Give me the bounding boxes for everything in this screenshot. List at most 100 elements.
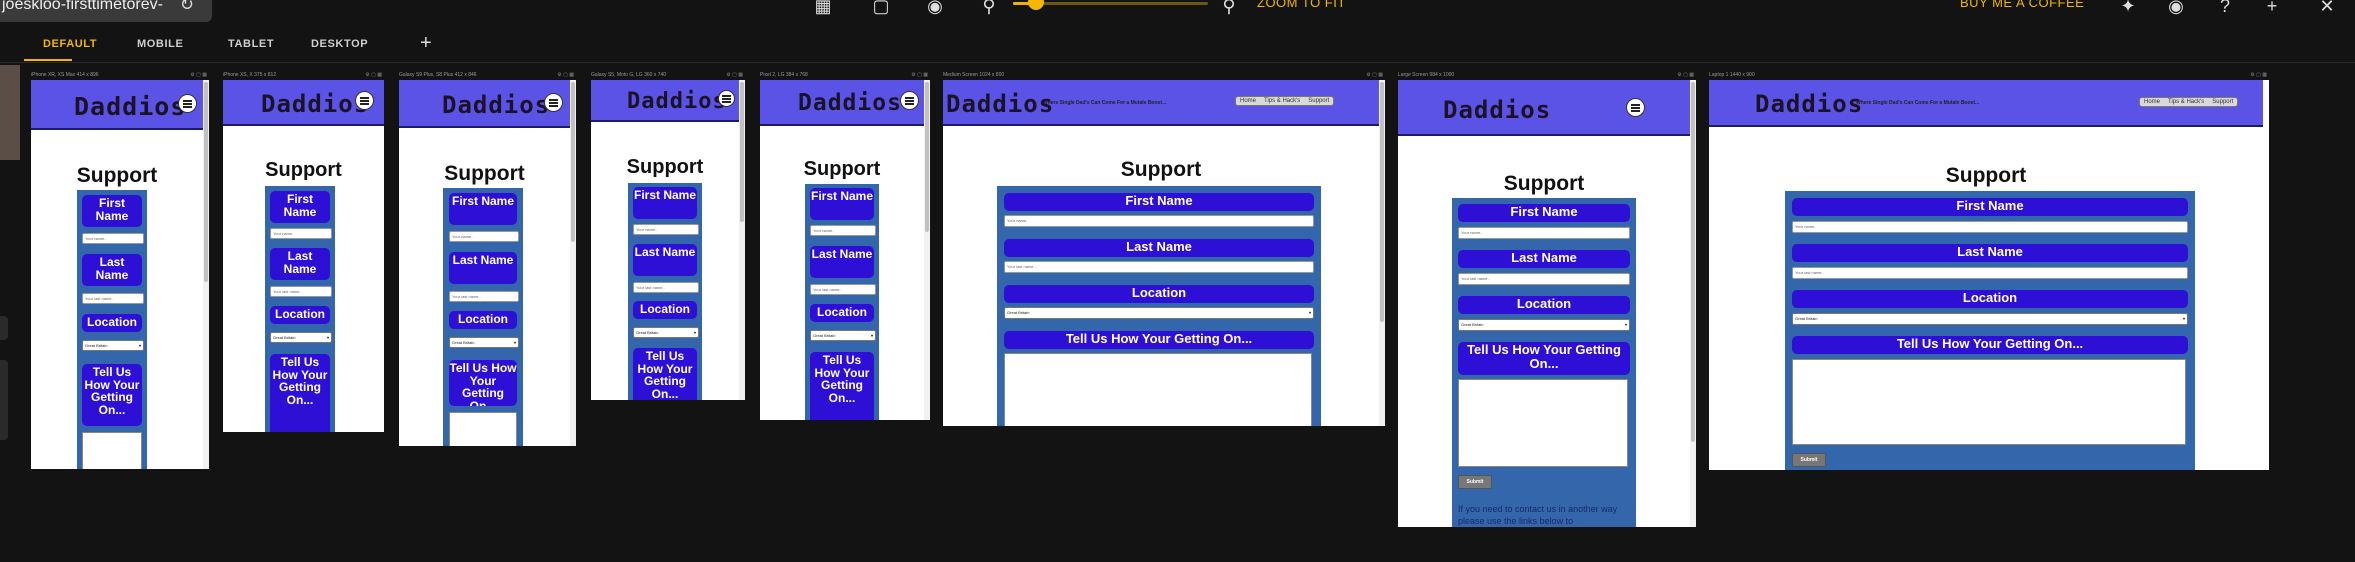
location-select[interactable]: Great Britain ▾ [449,337,519,348]
location-select[interactable]: Great Britain ▾ [633,327,699,338]
message-textarea[interactable] [449,412,517,446]
scrollbar[interactable] [1690,80,1696,527]
sidebar-handle[interactable] [0,316,8,340]
zoom-slider[interactable] [1013,0,1208,10]
tab-default[interactable]: DEFAULT [43,38,97,50]
first-name-field[interactable]: Your name.. [1792,221,2188,233]
hamburger-icon[interactable] [544,93,563,112]
scrollbar-thumb[interactable] [1380,82,1384,322]
zoom-knob[interactable] [1028,0,1045,10]
rotate-icon[interactable]: ▢ [870,0,892,18]
message-textarea[interactable] [82,432,142,469]
location-label: Location [810,304,874,322]
scrollbar[interactable] [203,80,209,469]
site-logo[interactable]: Daddios [627,89,727,114]
scrollbar[interactable] [1379,80,1385,426]
location-select[interactable]: Great Britain ▾ [1792,313,2188,325]
first-name-field[interactable]: Your name.. [1458,227,1630,239]
first-name-field[interactable]: Your name.. [270,228,332,239]
message-textarea[interactable] [1004,353,1312,426]
location-select[interactable]: Great Britain ▾ [82,340,144,351]
twitter-icon[interactable]: ✦ [2117,0,2139,18]
first-name-label: First Name [82,195,142,227]
buy-coffee-link[interactable]: BUY ME A COFFEE [1960,0,2084,10]
device-controls-icon[interactable]: ⚙ ▢ ▦ [2250,72,2267,78]
hamburger-icon[interactable] [718,90,735,107]
submit-button[interactable]: Submit [1792,453,1826,467]
tab-desktop[interactable]: DESKTOP [311,38,368,50]
zoom-in-icon[interactable]: ⚲ [1218,0,1240,18]
plus-icon[interactable]: + [2261,0,2283,18]
hamburger-icon[interactable] [1626,98,1645,117]
first-name-field[interactable]: Your name.. [810,225,876,236]
hamburger-icon[interactable] [178,94,197,113]
scrollbar-thumb[interactable] [740,82,744,222]
sidebar-handle[interactable] [0,360,8,440]
device-header: Medium Screen 1024 x 800 ⚙ ▢ ▦ [943,72,1385,80]
last-name-field[interactable]: Your last name.. [449,291,519,302]
site-logo[interactable]: Daddios [946,90,1054,118]
first-name-field[interactable]: Your name.. [449,231,519,242]
help-icon[interactable]: ? [2214,0,2236,18]
tab-mobile[interactable]: MOBILE [137,38,183,50]
grid-icon[interactable]: ▦ [812,0,834,18]
device-controls-icon[interactable]: ⚙ ▢ ▦ [726,72,743,78]
scrollbar-thumb[interactable] [204,82,208,282]
submit-button[interactable]: Submit [1458,475,1492,489]
device-controls-icon[interactable]: ⚙ ▢ ▦ [1366,72,1383,78]
site-header: Daddios [31,80,203,130]
scrollbar[interactable] [924,80,930,420]
site-logo[interactable]: Daddios [74,92,186,121]
scrollbar-thumb[interactable] [571,82,575,242]
zoom-to-fit-button[interactable]: ZOOM TO FIT [1257,0,1346,10]
location-select[interactable]: Great Britain ▾ [1004,307,1314,319]
location-select[interactable]: Great Britain ▾ [270,332,332,343]
device-controls-icon[interactable]: ⚙ ▢ ▦ [365,72,382,78]
first-name-field[interactable]: Your name.. [1004,215,1314,227]
location-select[interactable]: Great Britain ▾ [810,330,876,341]
location-select[interactable]: Great Britain ▾ [1458,319,1630,331]
device-controls-icon[interactable]: ⚙ ▢ ▦ [911,72,928,78]
url-bar[interactable]: joeskloo-firsttimetorev- ↻ [0,0,212,22]
last-name-field[interactable]: Your last name.. [1458,273,1630,285]
scrollbar-thumb[interactable] [1691,82,1695,442]
scrollbar[interactable] [739,80,745,400]
last-name-field[interactable]: Your last name.. [1004,261,1314,273]
nav-home-link[interactable]: Home [2140,98,2164,106]
message-textarea[interactable] [1458,379,1628,467]
message-label: Tell Us How Your Getting On... [82,364,142,426]
scrollbar-thumb[interactable] [925,82,929,232]
hamburger-icon[interactable] [900,91,919,110]
nav-home-link[interactable]: Home [1236,97,1260,105]
last-name-field[interactable]: Your last name.. [810,284,876,295]
first-name-field[interactable]: Your name.. [82,233,144,244]
first-name-field[interactable]: Your name.. [633,224,699,235]
camera-icon[interactable]: ◉ [924,0,946,18]
nav-support-link[interactable]: Support [1304,97,1333,105]
nav-tips-link[interactable]: Tips & Hack's [2164,98,2208,106]
last-name-field[interactable]: Your last name.. [1792,267,2188,279]
site-logo[interactable]: Daddios [1755,90,1863,118]
reload-icon[interactable]: ↻ [180,0,194,16]
device-controls-icon[interactable]: ⚙ ▢ ▦ [190,72,207,78]
zoom-out-icon[interactable]: ⚲ [978,0,1000,18]
site-logo[interactable]: Daddios [798,90,902,116]
last-name-field[interactable]: Your last name.. [82,293,144,304]
nav-tips-link[interactable]: Tips & Hack's [1260,97,1304,105]
site-logo[interactable]: Daddios [442,91,550,119]
github-icon[interactable]: ◉ [2165,0,2187,18]
message-textarea[interactable] [1792,359,2186,445]
scrollbar[interactable] [570,80,576,446]
site-logo[interactable]: Daddios [261,90,369,118]
device-controls-icon[interactable]: ⚙ ▢ ▦ [1677,72,1694,78]
support-form: First Name Your name.. Last Name Your la… [265,186,335,432]
last-name-field[interactable]: Your last name.. [633,282,699,293]
nav-support-link[interactable]: Support [2208,98,2237,106]
close-icon[interactable]: ✕ [2316,0,2338,18]
add-tab-button[interactable]: + [420,32,432,55]
hamburger-icon[interactable] [355,91,374,110]
last-name-field[interactable]: Your last name.. [270,286,332,297]
tab-tablet[interactable]: TABLET [228,38,274,50]
device-controls-icon[interactable]: ⚙ ▢ ▦ [557,72,574,78]
site-logo[interactable]: Daddios [1443,96,1551,124]
